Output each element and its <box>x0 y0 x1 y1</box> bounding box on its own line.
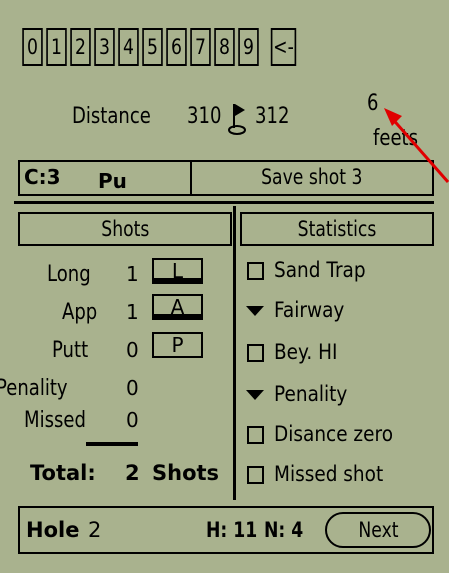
sand-trap-label: Sand Trap <box>274 258 366 282</box>
key-7[interactable]: 7 <box>190 28 211 66</box>
club-selector[interactable]: C:3 Pu <box>18 160 192 196</box>
annotation-arrow-icon <box>384 108 450 183</box>
bey-hi-checkbox[interactable] <box>247 344 264 362</box>
total-label: Total: <box>30 461 96 485</box>
shot-label-missed: Missed <box>24 408 86 433</box>
shots-header-label: Shots <box>100 217 150 241</box>
shot-label-penality: Penality <box>0 376 68 401</box>
key-4[interactable]: 4 <box>118 28 139 66</box>
approach-shot-button[interactable]: A <box>152 294 203 320</box>
hole-par: N: 4 <box>264 518 304 542</box>
shot-label-putt: Putt <box>52 338 89 363</box>
fairway-label[interactable]: Fairway <box>274 298 344 322</box>
shot-count-long: 1 <box>126 262 139 286</box>
shot-count-missed: 0 <box>126 408 139 432</box>
next-hole-button[interactable]: Next <box>325 512 431 548</box>
statistics-header-label: Statistics <box>297 217 377 241</box>
fairway-dropdown-icon[interactable] <box>246 306 264 316</box>
shot-label-app: App <box>62 300 98 325</box>
total-underline <box>86 442 138 446</box>
hole-label: Hole <box>26 518 80 542</box>
key-2[interactable]: 2 <box>70 28 91 66</box>
distance-to: 312 <box>255 104 290 129</box>
palm-screen: 0 1 2 3 4 5 6 7 8 9 <- Distance 310 312 … <box>0 0 450 573</box>
missed-shot-checkbox[interactable] <box>247 466 264 484</box>
backspace-key[interactable]: <- <box>270 28 297 66</box>
next-button-label: Next <box>357 518 399 542</box>
shot-count-penality: 0 <box>126 376 139 400</box>
hole-number: 2 <box>88 518 102 542</box>
key-8[interactable]: 8 <box>214 28 235 66</box>
key-9[interactable]: 9 <box>238 28 259 66</box>
statistics-header: Statistics <box>240 212 434 246</box>
shot-count-app: 1 <box>126 300 139 324</box>
divider <box>14 201 434 204</box>
putt-shot-button[interactable]: P <box>152 332 203 358</box>
key-3[interactable]: 3 <box>94 28 115 66</box>
distance-zero-label: Disance zero <box>274 422 394 446</box>
distance-zero-checkbox[interactable] <box>247 426 264 444</box>
penality-stat-label[interactable]: Penality <box>274 382 347 406</box>
golf-flag-icon <box>228 104 246 135</box>
key-5[interactable]: 5 <box>142 28 163 66</box>
missed-shot-label: Missed shot <box>274 462 384 486</box>
shots-header: Shots <box>18 212 232 246</box>
shot-label-long: Long <box>47 262 91 287</box>
total-unit: Shots <box>152 461 220 485</box>
penality-dropdown-icon[interactable] <box>246 390 264 400</box>
shot-count-putt: 0 <box>126 338 139 362</box>
long-shot-button[interactable]: L <box>152 258 203 284</box>
hole-handicap: H: 11 <box>206 518 258 542</box>
key-6[interactable]: 6 <box>166 28 187 66</box>
sand-trap-checkbox[interactable] <box>247 262 264 280</box>
bey-hi-label: Bey. HI <box>274 340 338 364</box>
total-count: 2 <box>125 461 140 485</box>
key-0[interactable]: 0 <box>22 28 43 66</box>
distance-label: Distance <box>72 104 151 129</box>
distance-remaining: 6 <box>367 91 379 116</box>
save-shot-label: Save shot 3 <box>261 165 363 189</box>
club-name: Pu <box>98 169 127 193</box>
club-code: C:3 <box>24 165 61 189</box>
pane-divider <box>233 206 236 500</box>
key-1[interactable]: 1 <box>46 28 67 66</box>
distance-from: 310 <box>187 104 222 129</box>
